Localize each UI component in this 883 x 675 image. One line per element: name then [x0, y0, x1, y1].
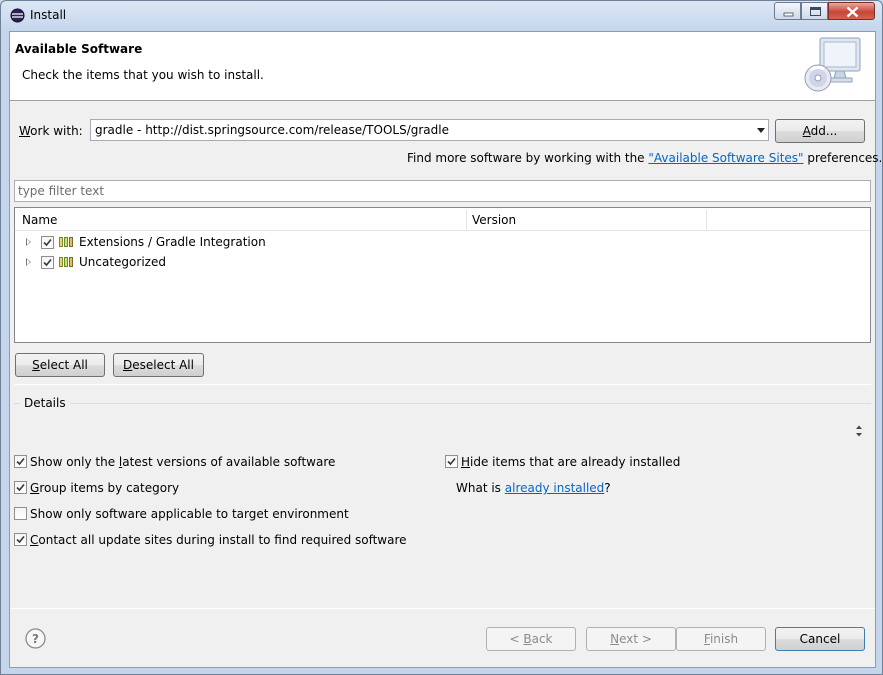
contact-sites-label[interactable]: Contact all update sites during install … [30, 533, 407, 547]
filter-input[interactable]: type filter text [14, 180, 871, 202]
details-label: Details [24, 396, 66, 410]
wizard-banner: Available Software Check the items that … [10, 32, 875, 101]
footer-separator [10, 608, 875, 609]
expand-arrow-icon[interactable] [26, 258, 31, 266]
category-icon [59, 237, 73, 247]
minimize-button[interactable] [774, 2, 801, 20]
help-icon[interactable]: ? [25, 628, 46, 649]
show-applicable-checkbox[interactable] [14, 507, 27, 520]
work-with-value: gradle - http://dist.springsource.com/re… [95, 123, 449, 137]
find-more-software: Find more software by working with the "… [407, 151, 882, 165]
available-software-sites-link[interactable]: "Available Software Sites" [648, 151, 803, 165]
column-divider[interactable] [466, 210, 467, 229]
category-icon [59, 257, 73, 267]
install-monitor-cd-icon [804, 37, 861, 92]
row-label: Uncategorized [79, 255, 166, 269]
back-button[interactable]: < Back [486, 627, 576, 651]
close-button[interactable] [828, 2, 875, 20]
checkmark-icon [16, 535, 25, 544]
chevron-down-icon[interactable] [757, 128, 765, 133]
what-is-prefix: What is [456, 481, 505, 495]
find-more-prefix: Find more software by working with the [407, 151, 649, 165]
what-is-installed: What is already installed? [456, 481, 611, 495]
cancel-button[interactable]: Cancel [775, 627, 865, 651]
column-header-version[interactable]: Version [472, 213, 516, 227]
add-button[interactable]: Add... [775, 119, 865, 143]
checkmark-icon [16, 457, 25, 466]
show-applicable-label[interactable]: Show only software applicable to target … [30, 507, 349, 521]
software-tree[interactable]: Name Version Extensions / Gradle Integra… [14, 207, 871, 343]
separator [14, 384, 871, 385]
work-with-combo[interactable]: gradle - http://dist.springsource.com/re… [90, 119, 769, 141]
column-divider[interactable] [706, 210, 707, 229]
already-installed-link[interactable]: already installed [505, 481, 605, 495]
page-title: Available Software [15, 42, 143, 56]
what-is-suffix: ? [604, 481, 611, 495]
show-latest-label[interactable]: Show only the latest versions of availab… [30, 455, 335, 469]
scroll-arrows-icon[interactable] [853, 423, 865, 439]
eclipse-icon [10, 8, 25, 23]
next-button[interactable]: Next > [586, 627, 676, 651]
expand-arrow-icon[interactable] [26, 238, 31, 246]
tree-row[interactable]: Extensions / Gradle Integration [15, 232, 870, 252]
window-title: Install [30, 8, 67, 22]
tree-row[interactable]: Uncategorized [15, 252, 870, 272]
select-all-button[interactable]: Select All [15, 353, 105, 377]
row-checkbox[interactable] [41, 256, 54, 269]
deselect-all-button[interactable]: Deselect All [113, 353, 204, 377]
hide-installed-label[interactable]: Hide items that are already installed [461, 455, 680, 469]
contact-sites-checkbox[interactable] [14, 533, 27, 546]
dialog-client-area: Available Software Check the items that … [9, 31, 882, 668]
filter-placeholder: type filter text [18, 184, 105, 198]
svg-text:?: ? [32, 632, 39, 646]
group-by-category-label[interactable]: Group items by category [30, 481, 179, 495]
column-header-name[interactable]: Name [22, 213, 57, 227]
finish-button[interactable]: Finish [676, 627, 766, 651]
work-with-label: Work with: [19, 124, 83, 138]
maximize-icon [810, 7, 821, 16]
group-by-category-checkbox[interactable] [14, 481, 27, 494]
show-latest-checkbox[interactable] [14, 455, 27, 468]
checkmark-icon [43, 258, 52, 267]
install-window: Install Available Software Check the ite… [0, 0, 883, 675]
row-checkbox[interactable] [41, 236, 54, 249]
tree-header: Name Version [15, 208, 870, 231]
checkmark-icon [43, 238, 52, 247]
row-label: Extensions / Gradle Integration [79, 235, 266, 249]
checkmark-icon [447, 457, 456, 466]
maximize-button[interactable] [801, 2, 828, 20]
find-more-suffix: preferences. [803, 151, 883, 165]
title-bar[interactable]: Install [1, 1, 882, 30]
checkmark-icon [16, 483, 25, 492]
minimize-icon [783, 12, 794, 17]
close-icon [846, 6, 859, 18]
page-description: Check the items that you wish to install… [22, 68, 264, 82]
hide-installed-checkbox[interactable] [445, 455, 458, 468]
details-text-area[interactable] [14, 416, 869, 446]
